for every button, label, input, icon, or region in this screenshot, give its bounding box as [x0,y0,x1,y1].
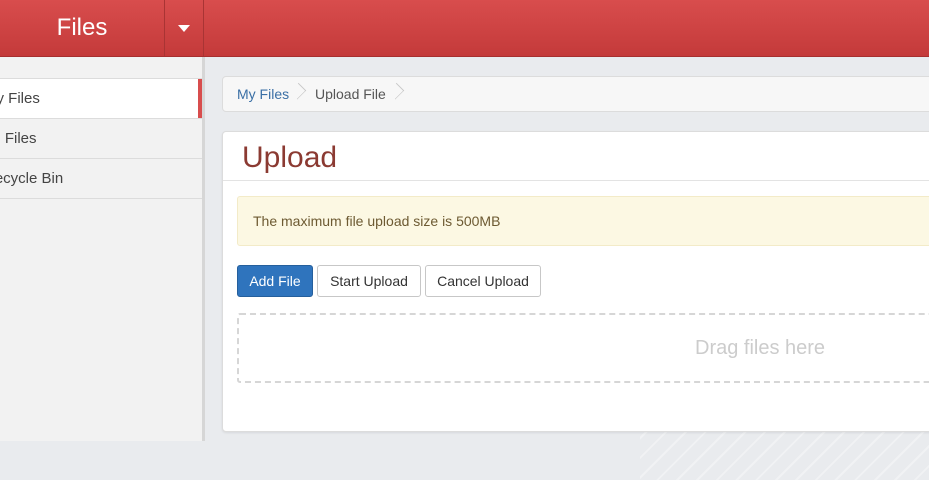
app-title[interactable]: Files [0,0,164,56]
breadcrumb-separator [395,82,409,106]
sidebar-item-label: All Files [0,130,37,147]
menu-toggle-button[interactable] [165,0,203,56]
sidebar: My Files All Files Recycle Bin [0,57,205,441]
header-divider [203,0,204,56]
cancel-upload-button[interactable]: Cancel Upload [425,265,541,297]
sidebar-nav: My Files All Files Recycle Bin [0,78,202,199]
start-upload-button[interactable]: Start Upload [317,265,421,297]
sidebar-item-my-files[interactable]: My Files [0,79,202,119]
dropzone-label: Drag files here [695,337,826,359]
upload-size-alert: The maximum file upload size is 500MB [237,196,929,246]
sidebar-item-label: Recycle Bin [0,170,64,187]
sidebar-item-all-files[interactable]: All Files [0,119,202,159]
caret-down-icon [178,24,190,32]
alert-text: The maximum file upload size is 500MB [253,213,501,229]
file-dropzone[interactable]: Drag files here [237,313,929,383]
page-title: Upload [242,141,338,174]
breadcrumb-separator [297,82,311,106]
upload-panel: Upload The maximum file upload size is 5… [222,131,929,432]
top-header: Files [0,0,929,57]
breadcrumb: My Files Upload File [222,76,929,112]
breadcrumb-current: Upload File [315,86,386,102]
add-file-button[interactable]: Add File [237,265,313,297]
sidebar-item-label: My Files [0,90,40,107]
panel-divider [223,180,929,181]
sidebar-item-recycle-bin[interactable]: Recycle Bin [0,159,202,199]
breadcrumb-link-my-files[interactable]: My Files [237,77,289,111]
